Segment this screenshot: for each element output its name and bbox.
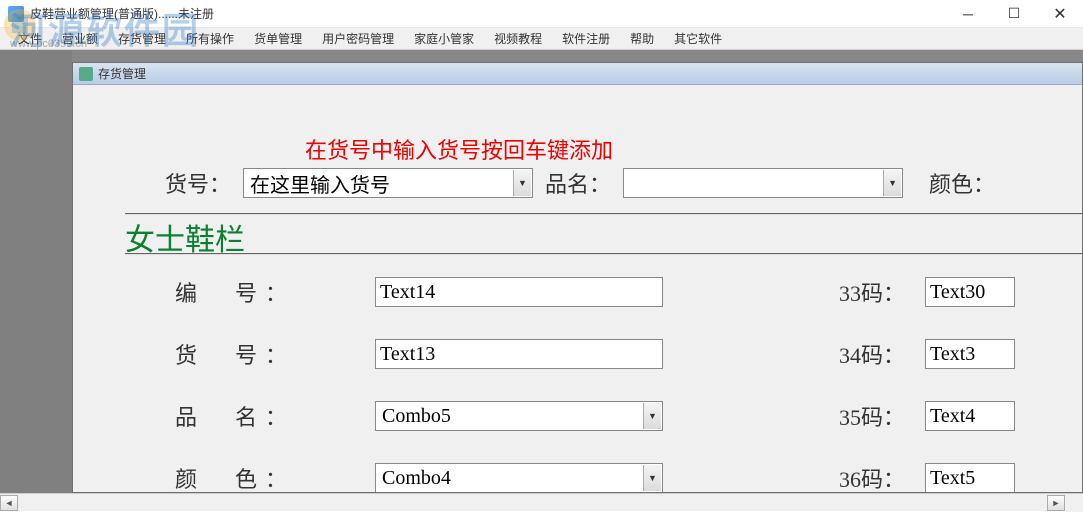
mdi-background [0, 50, 72, 493]
pinming-row-combo[interactable]: Combo5 ▼ [375, 401, 663, 431]
menubar: 文件 营业额 存货管理 所有操作 货单管理 用户密码管理 家庭小管家 视频教程 … [0, 28, 1083, 50]
size35-input[interactable]: Text4 [925, 401, 1015, 431]
bianhao-label: 编 号： [175, 276, 375, 308]
child-window-icon [79, 67, 93, 81]
size34-label: 34码： [813, 338, 925, 370]
huohao-combo[interactable]: 在这里输入货号 ▼ [243, 168, 533, 198]
window-controls: ─ ☐ ✕ [945, 0, 1083, 27]
menu-order[interactable]: 货单管理 [244, 27, 312, 50]
chevron-down-icon[interactable]: ▼ [643, 403, 661, 429]
close-button[interactable]: ✕ [1037, 0, 1083, 27]
window-title: 皮鞋营业额管理(普通版)......未注册 [30, 5, 945, 22]
maximize-button[interactable]: ☐ [991, 0, 1037, 27]
child-window: 存货管理 在货号中输入货号按回车键添加 货号： 在这里输入货号 ▼ 品名： ▼ … [72, 62, 1083, 493]
menu-home[interactable]: 家庭小管家 [404, 27, 484, 50]
instruction-text: 在货号中输入货号按回车键添加 [305, 133, 613, 165]
scroll-right-button[interactable]: ► [1047, 495, 1065, 511]
row-huohao: 货 号： Text13 34码： Text3 [175, 323, 1082, 385]
top-filter-row: 货号： 在这里输入货号 ▼ 品名： ▼ 颜色： [165, 167, 1082, 199]
mdi-area: 存货管理 在货号中输入货号按回车键添加 货号： 在这里输入货号 ▼ 品名： ▼ … [0, 50, 1083, 493]
divider-top [125, 213, 1082, 215]
pinming-row-label: 品 名： [175, 400, 375, 432]
huohao-label: 货号： [165, 167, 231, 199]
chevron-down-icon[interactable]: ▼ [883, 170, 901, 196]
size36-input[interactable]: Text5 [925, 463, 1015, 492]
size33-input[interactable]: Text30 [925, 277, 1015, 307]
menu-help[interactable]: 帮助 [620, 27, 664, 50]
yanse-row-combo[interactable]: Combo4 ▼ [375, 463, 663, 492]
menu-file[interactable]: 文件 [8, 27, 52, 50]
pinming-label: 品名： [545, 167, 611, 199]
row-bianhao: 编 号： Text14 33码： Text30 [175, 261, 1082, 323]
menu-inventory[interactable]: 存货管理 [108, 27, 176, 50]
menu-sales[interactable]: 营业额 [52, 27, 108, 50]
scroll-corner [1065, 494, 1083, 512]
scroll-left-button[interactable]: ◄ [0, 495, 18, 511]
menu-all-ops[interactable]: 所有操作 [176, 27, 244, 50]
child-titlebar[interactable]: 存货管理 [73, 63, 1082, 85]
horizontal-scrollbar[interactable]: ◄ ► [0, 493, 1083, 511]
form-area: 在货号中输入货号按回车键添加 货号： 在这里输入货号 ▼ 品名： ▼ 颜色： 女… [105, 85, 1082, 492]
yanse-row-label: 颜 色： [175, 462, 375, 492]
divider-bottom [125, 253, 1082, 255]
child-content: 在货号中输入货号按回车键添加 货号： 在这里输入货号 ▼ 品名： ▼ 颜色： 女… [73, 85, 1082, 492]
minimize-button[interactable]: ─ [945, 0, 991, 27]
size34-input[interactable]: Text3 [925, 339, 1015, 369]
row-pinming: 品 名： Combo5 ▼ 35码： Text4 [175, 385, 1082, 447]
size35-label: 35码： [813, 400, 925, 432]
row-yanse: 颜 色： Combo4 ▼ 36码： Text5 [175, 447, 1082, 492]
size33-label: 33码： [813, 276, 925, 308]
yanse-label: 颜色： [929, 167, 995, 199]
menu-other[interactable]: 其它软件 [664, 27, 732, 50]
huohao-input[interactable]: Text13 [375, 339, 663, 369]
huohao-row-label: 货 号： [175, 338, 375, 370]
chevron-down-icon[interactable]: ▼ [643, 465, 661, 491]
chevron-down-icon[interactable]: ▼ [513, 170, 531, 196]
child-window-title: 存货管理 [98, 65, 146, 82]
huohao-value: 在这里输入货号 [250, 169, 390, 198]
size36-label: 36码： [813, 462, 925, 492]
menu-register[interactable]: 软件注册 [552, 27, 620, 50]
pinming-combo[interactable]: ▼ [623, 168, 903, 198]
bianhao-input[interactable]: Text14 [375, 277, 663, 307]
app-icon [8, 6, 24, 22]
menu-video[interactable]: 视频教程 [484, 27, 552, 50]
menu-password[interactable]: 用户密码管理 [312, 27, 404, 50]
titlebar: 皮鞋营业额管理(普通版)......未注册 ─ ☐ ✕ [0, 0, 1083, 28]
form-grid: 编 号： Text14 33码： Text30 货 号： Text13 34码：… [175, 261, 1082, 492]
